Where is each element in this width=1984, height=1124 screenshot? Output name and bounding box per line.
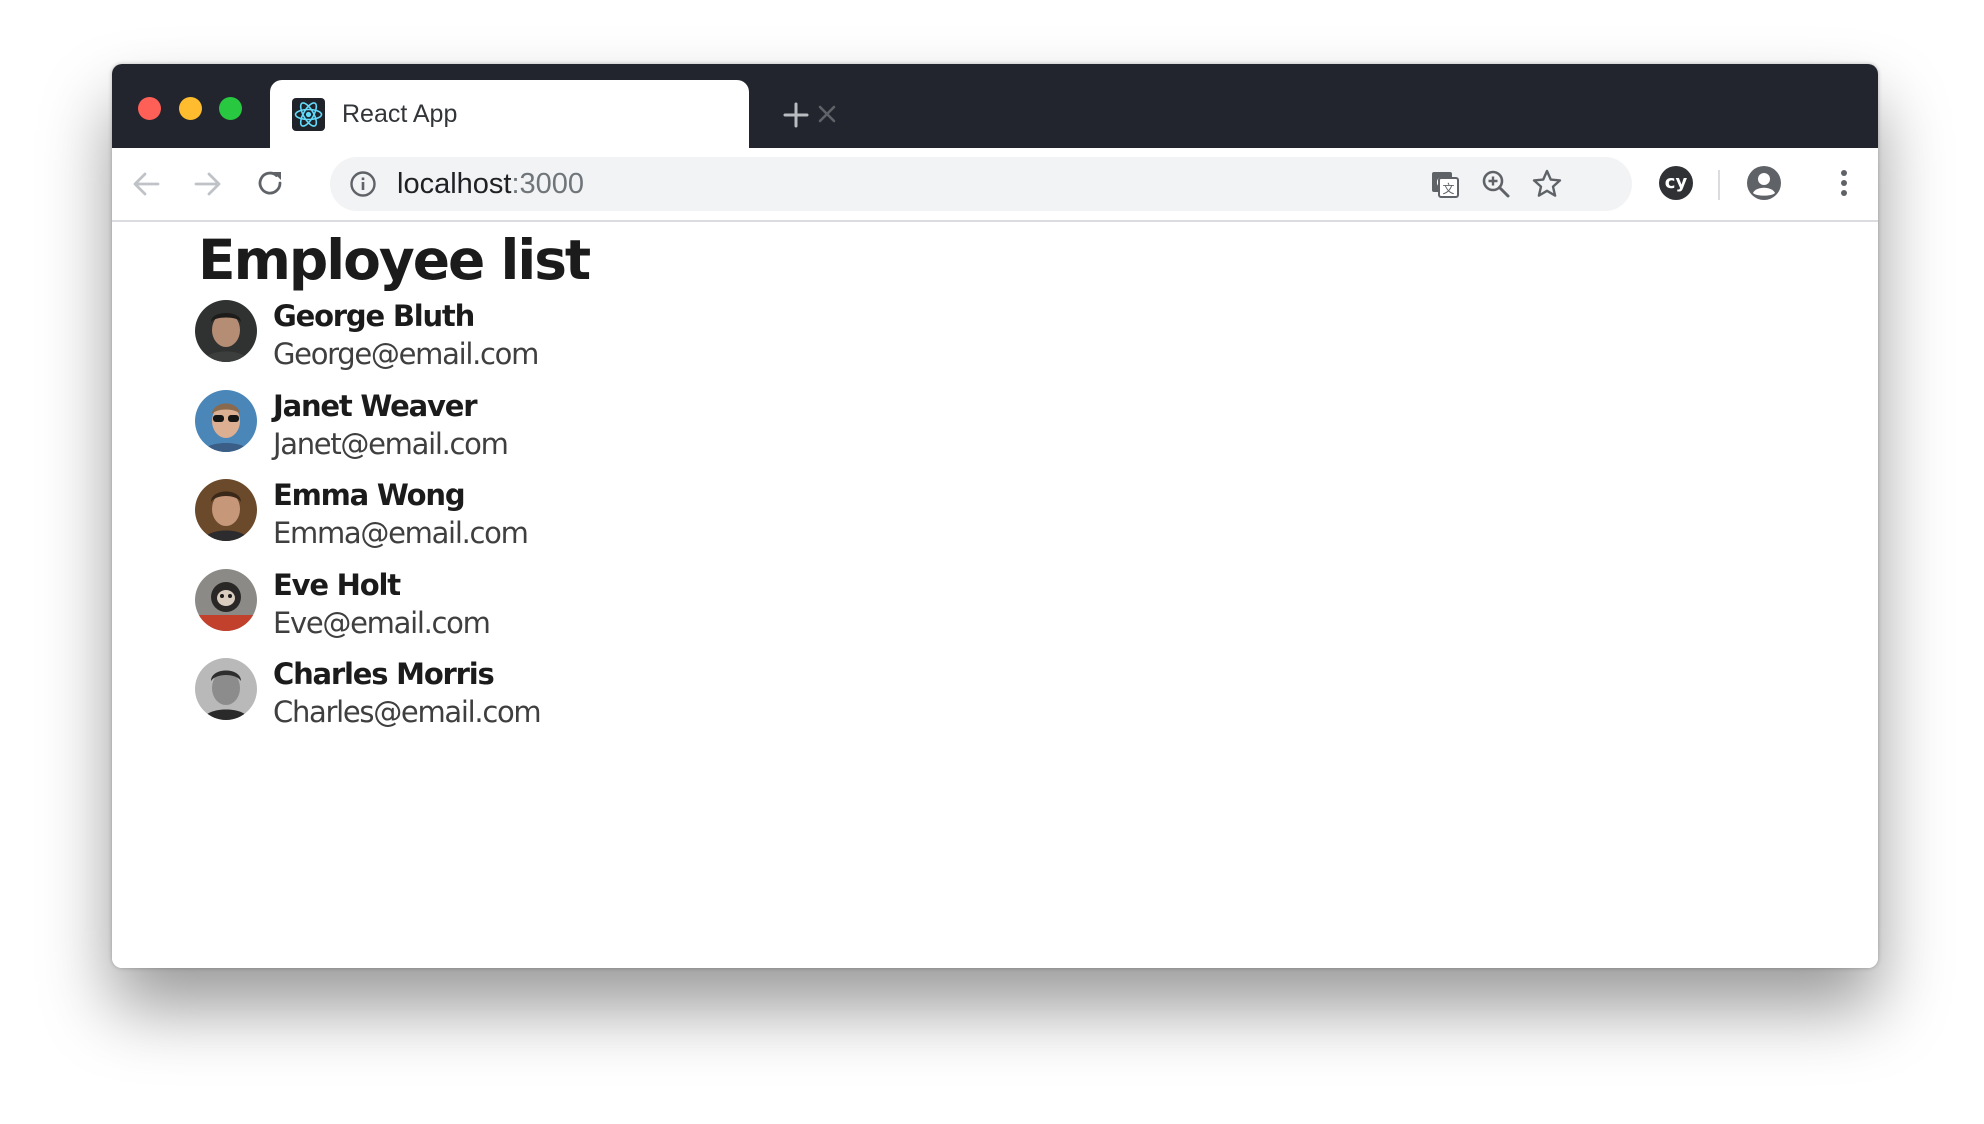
employee-name: Emma Wong bbox=[273, 478, 466, 512]
translate-icon[interactable]: G 文 bbox=[1428, 167, 1462, 201]
title-bar: React App bbox=[112, 64, 1878, 148]
employee-email: Emma@email.com bbox=[273, 516, 529, 550]
avatar bbox=[195, 479, 257, 541]
employee-name: Charles Morris bbox=[273, 657, 495, 691]
browser-window: React App localhost:3000 文 cy Employee l… bbox=[112, 64, 1878, 968]
bookmark-star-icon[interactable] bbox=[1530, 167, 1564, 201]
reload-icon[interactable] bbox=[253, 166, 289, 202]
employee-email: Janet@email.com bbox=[273, 426, 509, 461]
avatar bbox=[195, 300, 257, 362]
toolbar-divider bbox=[1718, 170, 1720, 200]
react-logo-icon bbox=[292, 98, 325, 131]
account-icon[interactable] bbox=[1746, 165, 1782, 201]
zoom-icon[interactable] bbox=[1479, 167, 1513, 201]
maximize-window-button[interactable] bbox=[219, 97, 242, 120]
back-arrow-icon[interactable] bbox=[128, 166, 164, 202]
url-text[interactable]: localhost:3000 bbox=[397, 157, 584, 211]
close-icon[interactable] bbox=[816, 103, 838, 125]
cypress-extension-icon[interactable]: cy bbox=[1659, 166, 1693, 200]
employee-email: George@email.com bbox=[273, 337, 539, 371]
url-port: :3000 bbox=[511, 168, 585, 200]
menu-icon[interactable] bbox=[1826, 165, 1862, 201]
url-host: localhost bbox=[397, 168, 512, 200]
employee-email: Charles@email.com bbox=[273, 695, 542, 729]
employee-name: Eve Holt bbox=[273, 567, 401, 602]
employee-name: George Bluth bbox=[273, 299, 475, 333]
employee-name: Janet Weaver bbox=[273, 388, 478, 423]
page-content: Employee list George Bluth George@email.… bbox=[112, 222, 1878, 968]
close-window-button[interactable] bbox=[138, 97, 161, 120]
avatar bbox=[195, 568, 257, 631]
avatar bbox=[195, 389, 257, 452]
info-icon[interactable] bbox=[349, 170, 377, 198]
browser-toolbar: localhost:3000 G 文 bbox=[112, 148, 1878, 222]
minimize-window-button[interactable] bbox=[179, 97, 202, 120]
avatar bbox=[195, 658, 257, 720]
page-title: Employee list bbox=[198, 228, 591, 292]
svg-text:文: 文 bbox=[1442, 181, 1454, 196]
new-tab-button[interactable] bbox=[780, 99, 812, 131]
tab-title: React App bbox=[342, 100, 458, 128]
employee-email: Eve@email.com bbox=[273, 605, 491, 640]
tab-react-app[interactable]: React App bbox=[270, 80, 836, 148]
forward-arrow-icon[interactable] bbox=[190, 166, 226, 202]
address-bar[interactable]: localhost:3000 G 文 bbox=[330, 157, 1632, 211]
